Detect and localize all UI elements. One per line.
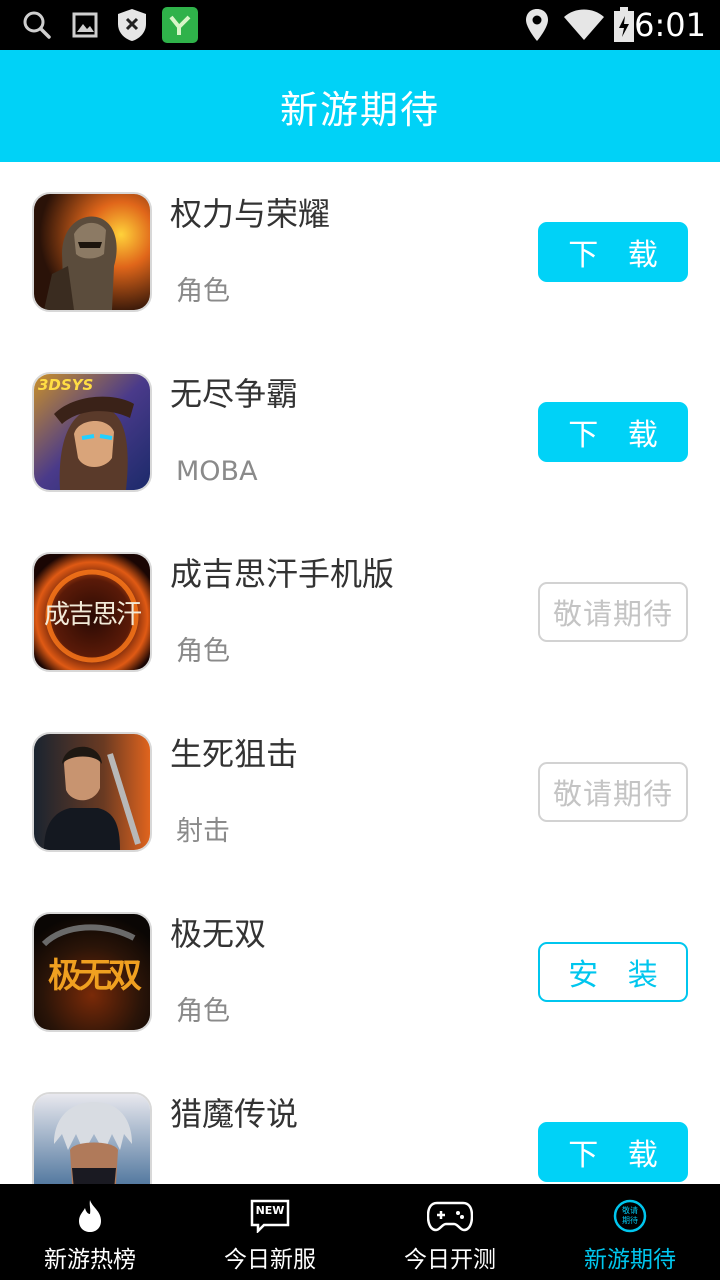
nav-item-hot-games[interactable]: 新游热榜 bbox=[0, 1184, 180, 1280]
game-title[interactable]: 无尽争霸 bbox=[170, 372, 298, 416]
game-genre: 角色 bbox=[176, 276, 230, 307]
flame-icon bbox=[65, 1198, 115, 1234]
location-icon bbox=[524, 8, 550, 42]
game-genre: 角色 bbox=[176, 996, 230, 1027]
status-time: 6:01 bbox=[634, 6, 706, 44]
game-icon-endless-hegemony[interactable]: 3DSYS bbox=[32, 372, 152, 492]
list-item[interactable]: 生死狙击 射击 敬请期待 bbox=[0, 702, 720, 882]
coming-soon-button[interactable]: 敬请期待 bbox=[538, 762, 688, 822]
coming-soon-button[interactable]: 敬请期待 bbox=[538, 582, 688, 642]
nav-item-anticipated[interactable]: 敬请期待 新游期待 bbox=[540, 1184, 720, 1280]
game-title[interactable]: 权力与荣耀 bbox=[170, 192, 330, 236]
game-genre: 角色 bbox=[176, 636, 230, 667]
icon-badge: 3DSYS bbox=[38, 376, 94, 394]
game-icon-ji-wushuang[interactable]: 极无双 bbox=[32, 912, 152, 1032]
list-item[interactable]: 极无双 极无双 角色 安 装 bbox=[0, 882, 720, 1062]
nav-label: 今日新服 bbox=[224, 1247, 316, 1273]
icon-text: 极无双 bbox=[48, 956, 142, 996]
wifi-icon bbox=[562, 8, 606, 42]
nav-item-new-servers[interactable]: NEW 今日新服 bbox=[180, 1184, 360, 1280]
download-button[interactable]: 下 载 bbox=[538, 222, 688, 282]
nav-label: 新游期待 bbox=[584, 1247, 676, 1273]
list-item[interactable]: 权力与荣耀 角色 下 载 bbox=[0, 162, 720, 342]
icon-text: 成吉思汗 bbox=[43, 600, 142, 630]
nav-label: 今日开测 bbox=[404, 1247, 496, 1273]
game-title[interactable]: 成吉思汗手机版 bbox=[170, 552, 394, 596]
app-y-icon bbox=[162, 7, 198, 43]
download-button[interactable]: 下 载 bbox=[538, 1122, 688, 1182]
page-title: 新游期待 bbox=[279, 87, 440, 132]
game-genre: 射击 bbox=[176, 816, 230, 847]
app-header: 新游期待 bbox=[0, 50, 720, 162]
bottom-nav: 新游热榜 NEW 今日新服 今日开测 敬请期待 新游期待 bbox=[0, 1184, 720, 1280]
anticipate-icon-text: 敬请期待 bbox=[622, 1206, 638, 1225]
game-icon-power-glory[interactable] bbox=[32, 192, 152, 312]
new-badge-text: NEW bbox=[255, 1204, 285, 1217]
list-item[interactable]: 猎魔传说 下 载 bbox=[0, 1062, 720, 1184]
image-icon bbox=[70, 8, 100, 42]
list-item[interactable]: 3DSYS 无尽争霸 MOBA 下 载 bbox=[0, 342, 720, 522]
game-genre: MOBA bbox=[176, 456, 258, 487]
status-bar: 6:01 bbox=[0, 0, 720, 50]
anticipate-icon: 敬请期待 bbox=[605, 1198, 655, 1234]
game-title[interactable]: 猎魔传说 bbox=[170, 1092, 298, 1136]
new-badge-icon: NEW bbox=[245, 1198, 295, 1234]
game-list[interactable]: 权力与荣耀 角色 下 载 3DSYS 无尽争霸 MOBA 下 载 成吉思汗 成吉… bbox=[0, 162, 720, 1184]
battery-charging-icon bbox=[612, 7, 636, 42]
list-item[interactable]: 成吉思汗 成吉思汗手机版 角色 敬请期待 bbox=[0, 522, 720, 702]
nav-item-beta-tests[interactable]: 今日开测 bbox=[360, 1184, 540, 1280]
gamepad-icon bbox=[425, 1198, 475, 1234]
download-button[interactable]: 下 载 bbox=[538, 402, 688, 462]
game-title[interactable]: 极无双 bbox=[170, 912, 266, 956]
shield-close-icon bbox=[114, 8, 150, 42]
game-icon-sniper[interactable] bbox=[32, 732, 152, 852]
game-icon-demon-hunter[interactable] bbox=[32, 1092, 152, 1184]
search-icon bbox=[20, 8, 54, 42]
nav-label: 新游热榜 bbox=[44, 1247, 136, 1273]
game-icon-genghis-khan[interactable]: 成吉思汗 bbox=[32, 552, 152, 672]
install-button[interactable]: 安 装 bbox=[538, 942, 688, 1002]
game-title[interactable]: 生死狙击 bbox=[170, 732, 298, 776]
